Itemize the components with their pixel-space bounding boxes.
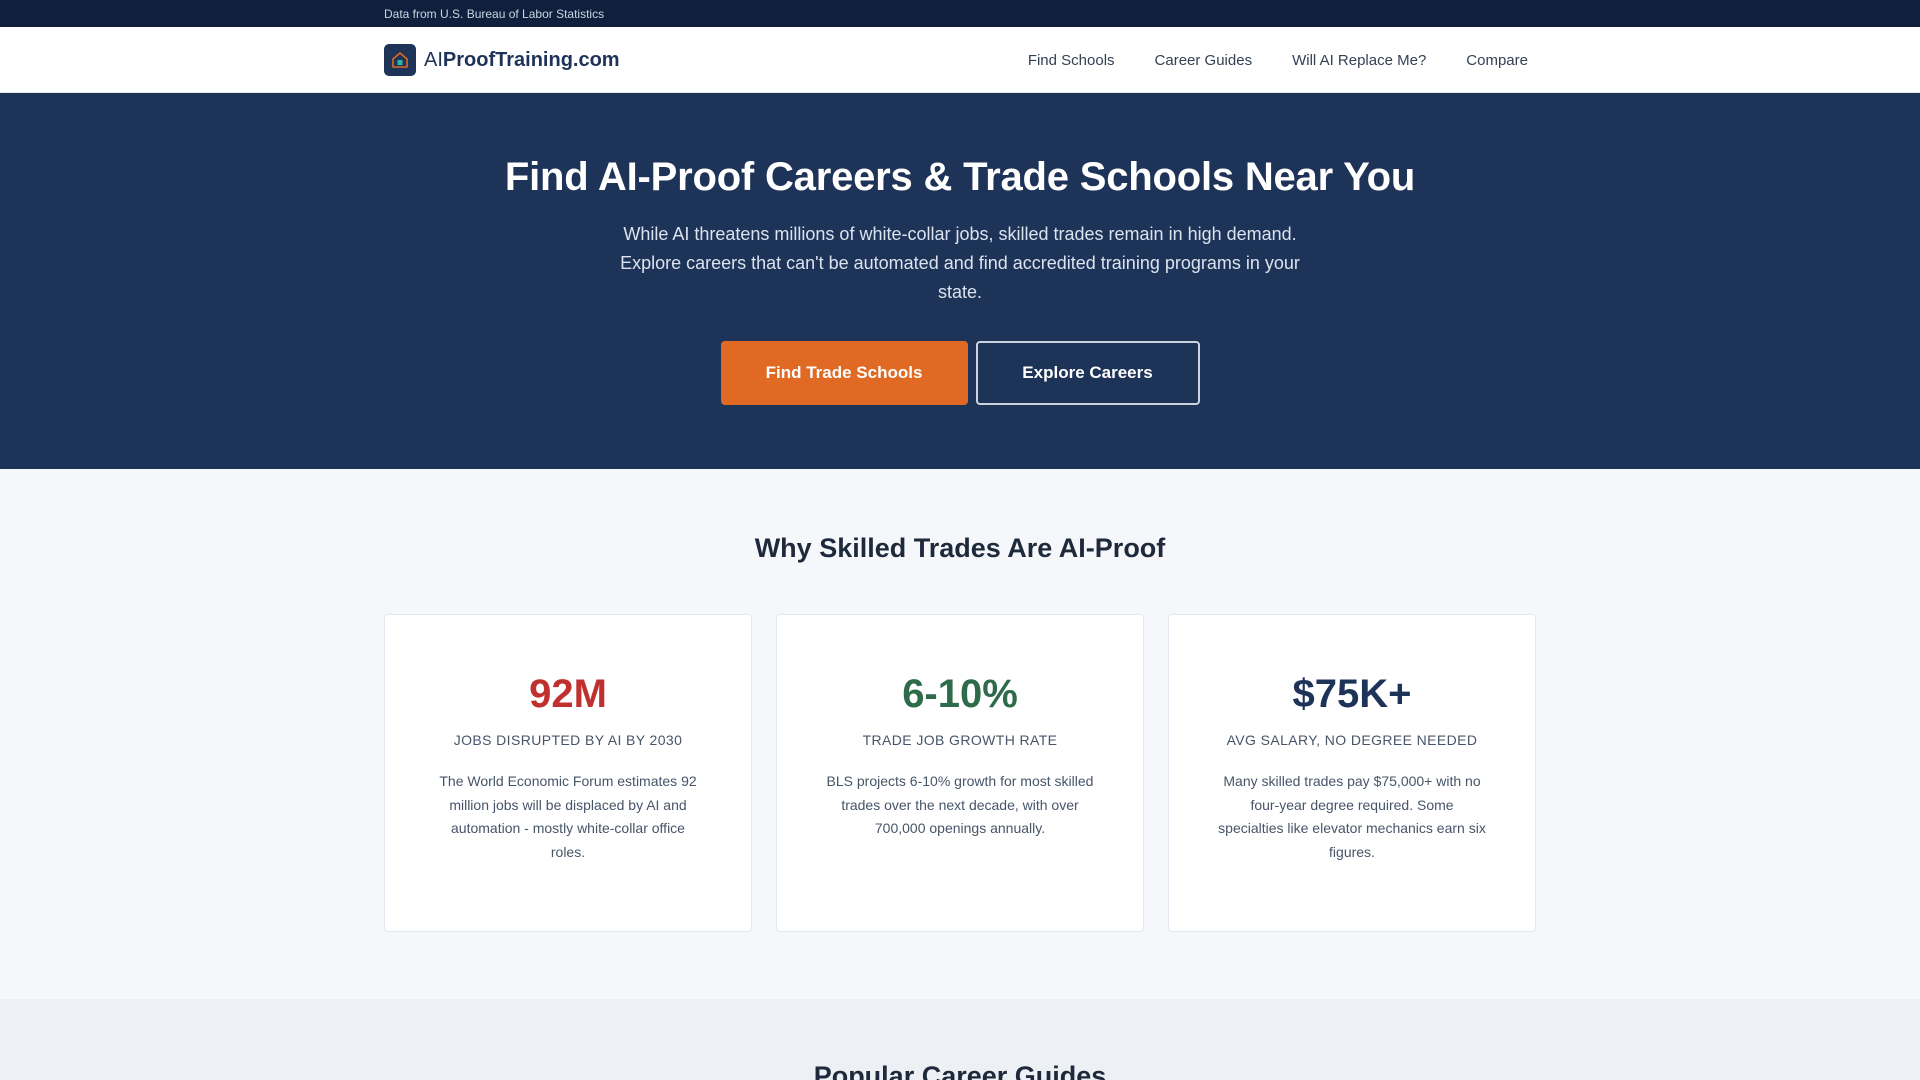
stat-description: BLS projects 6-10% growth for most skill… — [826, 773, 1094, 836]
hero-subtitle: While AI threatens millions of white-col… — [620, 224, 1300, 302]
stat-card-jobs-disrupted: 92M JOBS DISRUPTED BY AI BY 2030 The Wor… — [384, 614, 752, 932]
nav-compare[interactable]: Compare — [1466, 52, 1528, 69]
why-section-title: Why Skilled Trades Are AI-Proof — [754, 533, 1166, 563]
site-name: AIProofTraining.com — [424, 49, 620, 72]
find-trade-schools-button[interactable]: Find Trade Schools — [720, 341, 968, 405]
house-logo-icon — [384, 44, 416, 76]
site-logo-link[interactable]: AIProofTraining.com — [384, 44, 620, 76]
nav-career-guides[interactable]: Career Guides — [1155, 52, 1253, 69]
stat-value: $75K+ — [1292, 672, 1412, 716]
stat-value: 6-10% — [902, 672, 1018, 716]
hero-buttons: Find Trade Schools Explore Careers — [0, 341, 1920, 405]
stat-description: The World Economic Forum estimates 92 mi… — [439, 773, 697, 860]
stat-label: JOBS DISRUPTED BY AI BY 2030 — [453, 732, 683, 748]
data-source-note: Data from U.S. Bureau of Labor Statistic… — [384, 6, 605, 21]
main-nav: Find Schools Career Guides Will AI Repla… — [1028, 52, 1536, 69]
top-info-bar: Data from U.S. Bureau of Labor Statistic… — [0, 0, 1920, 27]
popular-guides-title: Popular Career Guides — [813, 1061, 1107, 1080]
stat-value: 92M — [529, 672, 607, 716]
stat-label: TRADE JOB GROWTH RATE — [862, 732, 1058, 748]
stat-cards: 92M JOBS DISRUPTED BY AI BY 2030 The Wor… — [384, 614, 1536, 932]
stat-card-growth-rate: 6-10% TRADE JOB GROWTH RATE BLS projects… — [776, 614, 1144, 932]
hero-section: Find AI-Proof Careers & Trade Schools Ne… — [0, 93, 1920, 469]
popular-guides-section: Popular Career Guides — [0, 999, 1920, 1080]
site-name-main: ProofTraining.com — [442, 48, 620, 71]
hero-title: Find AI-Proof Careers & Trade Schools Ne… — [504, 155, 1416, 199]
nav-find-schools[interactable]: Find Schools — [1028, 52, 1115, 69]
stat-card-avg-salary: $75K+ AVG SALARY, NO DEGREE NEEDED Many … — [1168, 614, 1536, 932]
stat-label: AVG SALARY, NO DEGREE NEEDED — [1226, 732, 1478, 748]
site-name-prefix: AI — [424, 48, 443, 71]
site-header: AIProofTraining.com Find Schools Career … — [0, 27, 1920, 93]
nav-will-ai-replace-me[interactable]: Will AI Replace Me? — [1292, 52, 1426, 69]
explore-careers-button[interactable]: Explore Careers — [975, 341, 1200, 405]
why-section: Why Skilled Trades Are AI-Proof 92M JOBS… — [0, 469, 1920, 999]
stat-description: Many skilled trades pay $75,000+ with no… — [1218, 773, 1486, 860]
